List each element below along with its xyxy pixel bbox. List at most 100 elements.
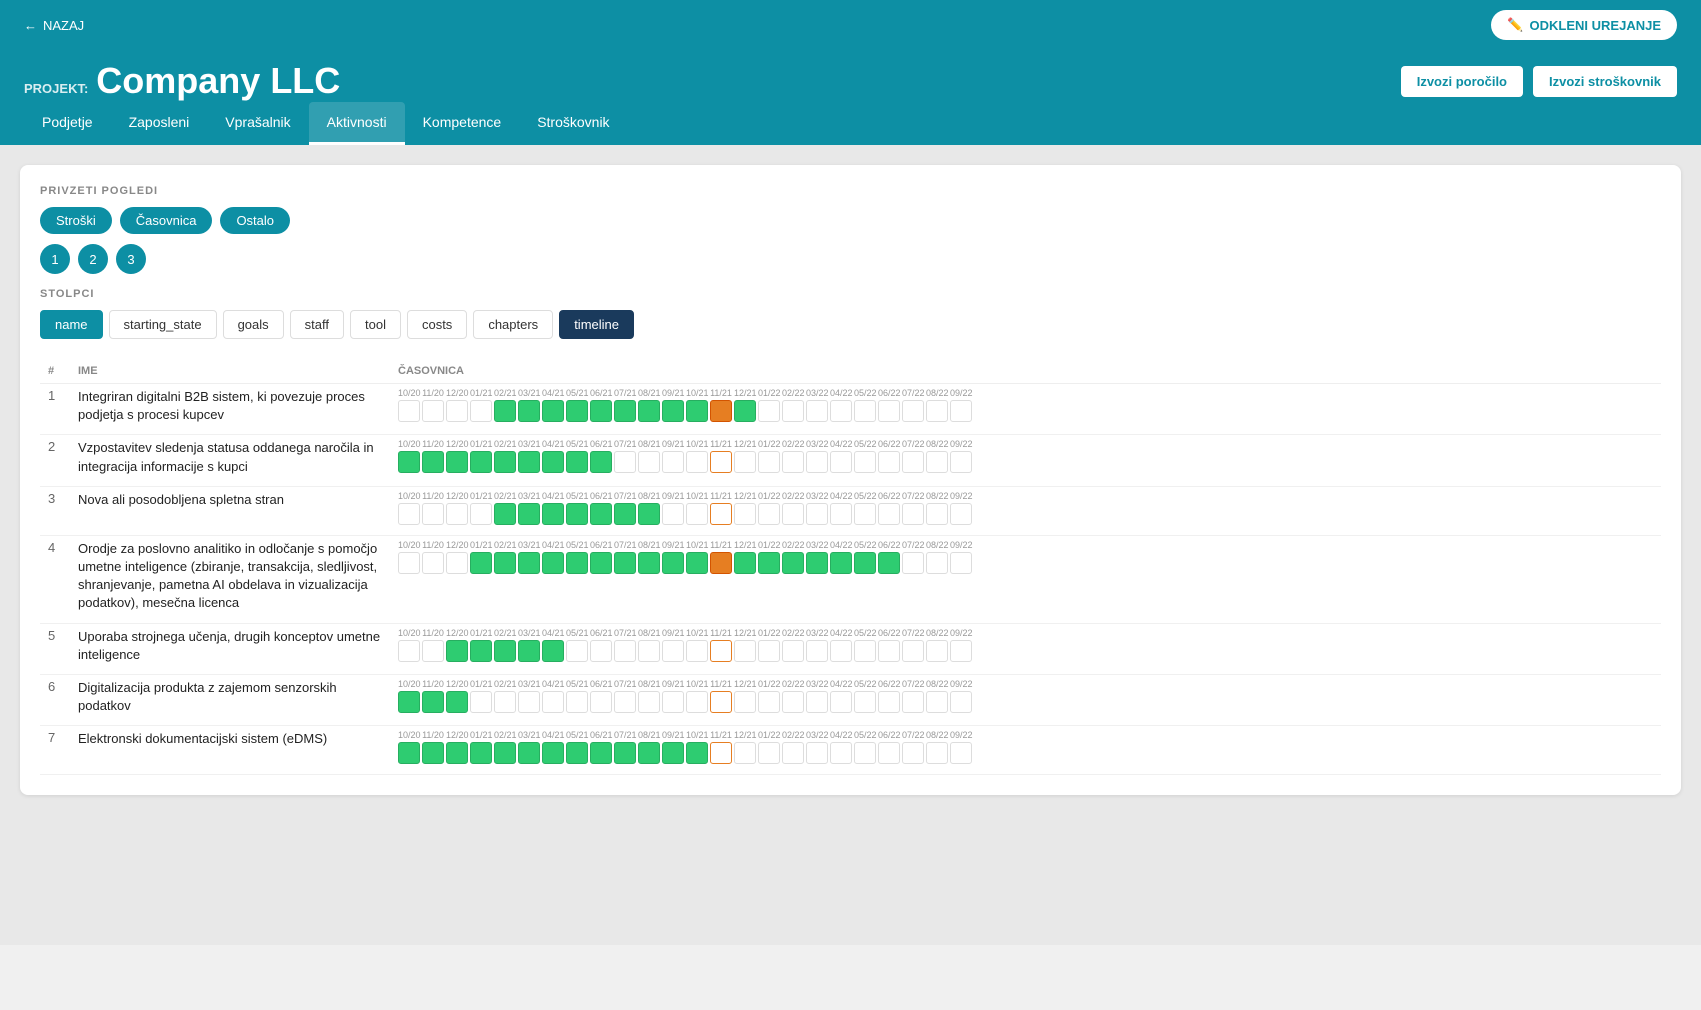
timeline-box[interactable] <box>710 400 732 422</box>
col-goals[interactable]: goals <box>223 310 284 339</box>
timeline-box[interactable] <box>782 400 804 422</box>
timeline-box[interactable] <box>422 451 444 473</box>
timeline-box[interactable] <box>686 400 708 422</box>
timeline-box[interactable] <box>926 451 948 473</box>
timeline-box[interactable] <box>494 691 516 713</box>
timeline-box[interactable] <box>758 400 780 422</box>
timeline-box[interactable] <box>662 640 684 662</box>
timeline-box[interactable] <box>590 742 612 764</box>
timeline-box[interactable] <box>446 451 468 473</box>
timeline-box[interactable] <box>638 552 660 574</box>
timeline-box[interactable] <box>638 503 660 525</box>
timeline-box[interactable] <box>662 552 684 574</box>
timeline-box[interactable] <box>662 451 684 473</box>
timeline-box[interactable] <box>950 400 972 422</box>
timeline-box[interactable] <box>830 503 852 525</box>
timeline-box[interactable] <box>446 552 468 574</box>
timeline-box[interactable] <box>854 640 876 662</box>
timeline-box[interactable] <box>662 400 684 422</box>
timeline-box[interactable] <box>950 640 972 662</box>
timeline-box[interactable] <box>878 503 900 525</box>
col-chapters[interactable]: chapters <box>473 310 553 339</box>
timeline-box[interactable] <box>854 552 876 574</box>
timeline-box[interactable] <box>758 640 780 662</box>
timeline-box[interactable] <box>926 691 948 713</box>
timeline-box[interactable] <box>902 451 924 473</box>
timeline-box[interactable] <box>854 400 876 422</box>
pill-num-3[interactable]: 3 <box>116 244 146 274</box>
col-starting-state[interactable]: starting_state <box>109 310 217 339</box>
timeline-box[interactable] <box>878 742 900 764</box>
timeline-box[interactable] <box>758 552 780 574</box>
timeline-box[interactable] <box>614 640 636 662</box>
timeline-box[interactable] <box>806 742 828 764</box>
timeline-box[interactable] <box>566 742 588 764</box>
col-staff[interactable]: staff <box>290 310 344 339</box>
timeline-box[interactable] <box>734 640 756 662</box>
timeline-box[interactable] <box>926 552 948 574</box>
timeline-box[interactable] <box>614 552 636 574</box>
col-costs[interactable]: costs <box>407 310 467 339</box>
back-link[interactable]: ← NAZAJ <box>24 18 84 33</box>
timeline-box[interactable] <box>494 640 516 662</box>
timeline-box[interactable] <box>638 691 660 713</box>
timeline-box[interactable] <box>422 503 444 525</box>
nav-zaposleni[interactable]: Zaposleni <box>111 102 208 145</box>
timeline-box[interactable] <box>926 400 948 422</box>
timeline-box[interactable] <box>422 400 444 422</box>
timeline-box[interactable] <box>830 691 852 713</box>
timeline-box[interactable] <box>734 451 756 473</box>
timeline-box[interactable] <box>446 503 468 525</box>
timeline-box[interactable] <box>950 552 972 574</box>
timeline-box[interactable] <box>758 742 780 764</box>
timeline-box[interactable] <box>902 742 924 764</box>
export-costs-button[interactable]: Izvozi stroškovnik <box>1533 66 1677 97</box>
timeline-box[interactable] <box>494 451 516 473</box>
timeline-box[interactable] <box>854 451 876 473</box>
timeline-box[interactable] <box>470 691 492 713</box>
timeline-box[interactable] <box>446 400 468 422</box>
timeline-box[interactable] <box>494 742 516 764</box>
timeline-box[interactable] <box>542 640 564 662</box>
timeline-box[interactable] <box>830 552 852 574</box>
timeline-box[interactable] <box>830 451 852 473</box>
timeline-box[interactable] <box>614 691 636 713</box>
timeline-box[interactable] <box>878 640 900 662</box>
timeline-box[interactable] <box>734 503 756 525</box>
timeline-box[interactable] <box>446 640 468 662</box>
timeline-box[interactable] <box>902 503 924 525</box>
timeline-box[interactable] <box>566 451 588 473</box>
timeline-box[interactable] <box>470 742 492 764</box>
timeline-box[interactable] <box>854 503 876 525</box>
timeline-box[interactable] <box>614 400 636 422</box>
timeline-box[interactable] <box>566 691 588 713</box>
timeline-box[interactable] <box>806 503 828 525</box>
timeline-box[interactable] <box>614 742 636 764</box>
nav-aktivnosti[interactable]: Aktivnosti <box>309 102 405 145</box>
timeline-box[interactable] <box>518 552 540 574</box>
timeline-box[interactable] <box>398 742 420 764</box>
nav-stroskovnik[interactable]: Stroškovnik <box>519 102 627 145</box>
timeline-box[interactable] <box>590 503 612 525</box>
timeline-box[interactable] <box>590 640 612 662</box>
timeline-box[interactable] <box>422 691 444 713</box>
timeline-box[interactable] <box>638 640 660 662</box>
timeline-box[interactable] <box>398 691 420 713</box>
timeline-box[interactable] <box>614 451 636 473</box>
pill-casovnica[interactable]: Časovnica <box>120 207 213 234</box>
timeline-box[interactable] <box>710 640 732 662</box>
timeline-box[interactable] <box>950 503 972 525</box>
timeline-box[interactable] <box>422 742 444 764</box>
timeline-box[interactable] <box>494 552 516 574</box>
pill-stroski[interactable]: Stroški <box>40 207 112 234</box>
nav-vprasalnik[interactable]: Vprašalnik <box>207 102 308 145</box>
timeline-box[interactable] <box>518 451 540 473</box>
timeline-box[interactable] <box>878 451 900 473</box>
col-name[interactable]: name <box>40 310 103 339</box>
timeline-box[interactable] <box>566 400 588 422</box>
pill-num-2[interactable]: 2 <box>78 244 108 274</box>
timeline-box[interactable] <box>734 742 756 764</box>
timeline-box[interactable] <box>542 400 564 422</box>
timeline-box[interactable] <box>686 640 708 662</box>
unlock-button[interactable]: ✏️ ODKLENI UREJANJE <box>1491 10 1677 40</box>
